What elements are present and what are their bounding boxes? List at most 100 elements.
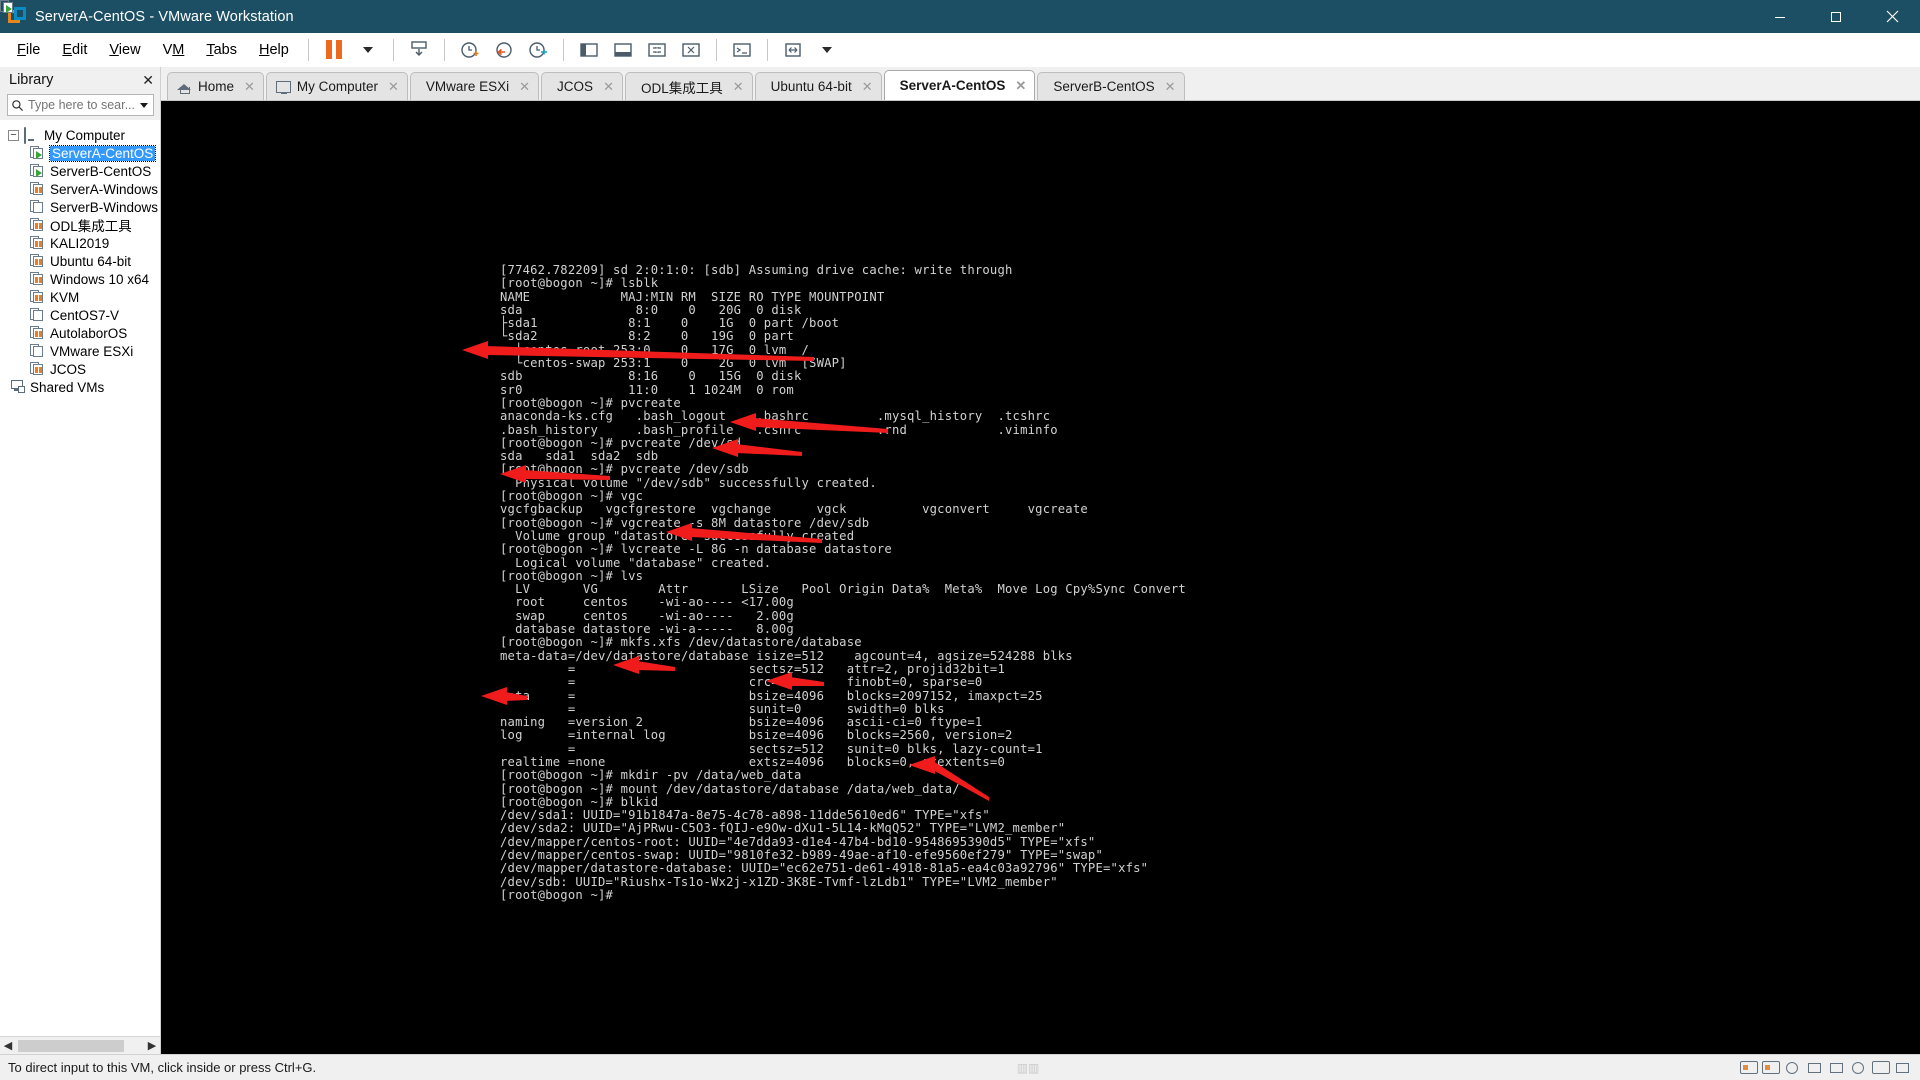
show-thumbnail-bar-button[interactable] (606, 35, 640, 65)
printer-icon[interactable] (1828, 1060, 1846, 1076)
menu-help[interactable]: Help (248, 39, 300, 61)
tab-odl[interactable]: ODL集成工具 ✕ (0, 0, 753, 100)
tab-vmware-esxi[interactable]: VMware ESXi ✕ (0, 0, 540, 100)
scroll-left-icon[interactable]: ◀ (0, 1039, 16, 1052)
maximize-button[interactable] (1808, 0, 1864, 33)
sidebar-item-jcos[interactable]: JCOS (0, 360, 160, 378)
sidebar-horizontal-scrollbar[interactable]: ◀ ▶ (0, 1036, 160, 1054)
sidebar-item-label: ODL集成工具 (50, 219, 132, 234)
hard-disk-icon[interactable] (1739, 1060, 1758, 1076)
tab-close-icon[interactable]: ✕ (1015, 78, 1026, 94)
tab-serverb-centos[interactable]: ServerB-CentOS ✕ (0, 0, 1185, 100)
vm-suspended-icon (30, 362, 45, 376)
tab-close-icon[interactable]: ✕ (519, 79, 530, 95)
revert-snapshot-button[interactable] (487, 35, 521, 65)
show-library-button[interactable] (572, 35, 606, 65)
menu-tabs[interactable]: Tabs (195, 39, 248, 61)
snapshot-icon (411, 40, 427, 56)
tab-close-icon[interactable]: ✕ (244, 79, 255, 95)
toolbar-dropdown-button[interactable] (810, 35, 844, 65)
tab-label: ServerB-CentOS (1053, 79, 1155, 94)
sidebar-item-label: KVM (50, 289, 80, 305)
sidebar-item-centos7-v[interactable]: CentOS7-V (0, 306, 160, 324)
tab-close-icon[interactable]: ✕ (862, 79, 873, 95)
sidebar-item-label: AutolaborOS (50, 325, 128, 341)
scroll-right-icon[interactable]: ▶ (144, 1039, 160, 1052)
tab-close-icon[interactable]: ✕ (1165, 79, 1176, 95)
sidebar-item-kali2019[interactable]: KALI2019 (0, 234, 160, 252)
tab-label: JCOS (557, 79, 594, 94)
menu-view[interactable]: View (98, 39, 151, 61)
sidebar-item-servera-windows[interactable]: ServerA-Windows (0, 180, 160, 198)
scrollbar-thumb[interactable] (18, 1039, 124, 1052)
display-icon[interactable] (1850, 1060, 1868, 1076)
library-search[interactable] (7, 94, 154, 116)
tab-jcos[interactable]: JCOS ✕ (0, 0, 623, 100)
menu-icon[interactable] (1894, 1060, 1912, 1076)
arrow-expand-icon (785, 42, 801, 57)
suspend-button[interactable] (317, 35, 351, 65)
scrollbar-track[interactable] (16, 1039, 144, 1052)
tree-root-my-computer[interactable]: − My Computer (0, 126, 160, 144)
usb-icon[interactable] (1784, 1060, 1802, 1076)
sidebar-item-kvm[interactable]: KVM (0, 288, 160, 306)
full-screen-button[interactable] (640, 35, 674, 65)
sidebar-item-serverb-windows[interactable]: ServerB-Windows (0, 198, 160, 216)
sidebar-item-label: JCOS (50, 361, 87, 377)
minimize-button[interactable] (1752, 0, 1808, 33)
power-dropdown-button[interactable] (351, 35, 385, 65)
collapse-icon[interactable]: − (8, 129, 19, 141)
tab-close-icon[interactable]: ✕ (603, 79, 614, 95)
tab-close-icon[interactable]: ✕ (388, 79, 399, 95)
search-input[interactable] (28, 98, 136, 112)
menu-vm[interactable]: VM (152, 39, 196, 61)
vm-powered-off-icon (30, 344, 45, 358)
monitor-icon (24, 127, 39, 144)
tab-label: Home (198, 79, 235, 94)
chevron-down-icon (362, 46, 373, 53)
close-button[interactable] (1864, 0, 1920, 33)
network-icon[interactable] (1761, 1060, 1780, 1076)
sidebar-item-label: Windows 10 x64 (50, 271, 150, 287)
menu-edit[interactable]: Edit (51, 39, 98, 61)
tab-close-icon[interactable]: ✕ (733, 79, 744, 95)
tab-label: Ubuntu 64-bit (770, 79, 852, 94)
sidebar-item-windows-10-x64[interactable]: Windows 10 x64 (0, 270, 160, 288)
settings-icon[interactable] (1871, 1060, 1890, 1076)
manage-snapshots-button[interactable] (521, 35, 555, 65)
panel-left-icon (580, 42, 598, 57)
sidebar-item-vmware-esxi[interactable]: VMware ESXi (0, 342, 160, 360)
vm-powered-off-icon (30, 308, 45, 322)
tab-servera-centos[interactable]: ServerA-CentOS ✕ (0, 0, 1036, 100)
vm-pane: Home ✕ My Computer ✕ VMware ESXi ✕ JCOS ✕ ODL集成工… (0, 0, 1920, 1054)
chevron-down-icon[interactable] (140, 102, 148, 108)
sound-icon[interactable] (1806, 1060, 1824, 1076)
snapshot-manager-button[interactable] (402, 35, 436, 65)
tab-home[interactable]: Home ✕ (167, 72, 264, 100)
unity-mode-button[interactable] (674, 35, 708, 65)
pause-icon (325, 40, 342, 59)
panel-bottom-icon (614, 42, 632, 57)
take-snapshot-button[interactable] (453, 35, 487, 65)
sidebar-item-label: CentOS7-V (50, 307, 120, 323)
tree-shared-vms[interactable]: Shared VMs (0, 378, 160, 396)
vm-suspended-icon (30, 254, 45, 268)
menu-file[interactable]: File (6, 39, 51, 61)
sidebar-item-autolaboros[interactable]: AutolaborOS (0, 324, 160, 342)
console-button[interactable] (725, 35, 759, 65)
send-ctrl-alt-del-button[interactable] (776, 35, 810, 65)
vm-console-screen[interactable]: [77462.782209] sd 2:0:1:0: [sdb] Assumin… (161, 101, 1920, 1054)
main-body: Library ✕ − My Computer ServerA-CentOSSe… (0, 0, 1920, 1054)
clock-plus-icon (461, 41, 479, 58)
sidebar-item-servera-centos[interactable]: ServerA-CentOS (0, 144, 160, 162)
sidebar-item-odl[interactable]: ODL集成工具 (0, 216, 160, 234)
tab-my-computer[interactable]: My Computer ✕ (265, 72, 408, 100)
sidebar-item-ubuntu-64-bit[interactable]: Ubuntu 64-bit (0, 252, 160, 270)
tab-ubuntu-64-bit[interactable]: Ubuntu 64-bit ✕ (0, 0, 882, 100)
library-title: Library (9, 72, 54, 88)
close-library-icon[interactable]: ✕ (142, 72, 154, 89)
sidebar-item-serverb-centos[interactable]: ServerB-CentOS (0, 162, 160, 180)
sidebar-item-label: ServerA-Windows (50, 181, 159, 197)
tab-label: My Computer (296, 79, 378, 94)
library-sidebar: Library ✕ − My Computer ServerA-CentOSSe… (0, 67, 161, 1054)
